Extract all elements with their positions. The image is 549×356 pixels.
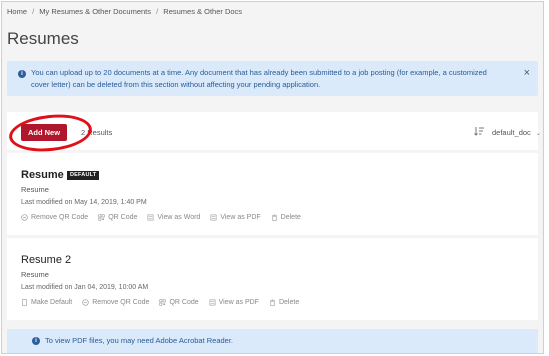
info-banner-text: You can upload up to 20 documents at a t… [31,68,487,89]
pdf-reader-text: To view PDF files, you may need Adobe Ac… [45,336,234,345]
action-label: Make Default [31,299,73,306]
results-count: 2 Results [81,128,113,137]
qr-code-icon [159,299,167,306]
remove-circle-icon [82,299,89,306]
make-default-button[interactable]: Make Default [21,299,72,306]
document-type: Resume [21,270,49,279]
breadcrumb-separator: / [32,7,35,16]
pdf-reader-banner: i To view PDF files, you may need Adobe … [7,329,538,353]
document-actions: Make Default Remove QR Code QR Code View… [21,299,299,306]
action-label: View as PDF [218,299,259,306]
remove-qr-code-button[interactable]: Remove QR Code [21,214,88,221]
pdf-icon [210,214,217,221]
breadcrumb-separator: / [156,7,159,16]
view-as-word-button[interactable]: View as Word [147,214,200,221]
qr-code-button[interactable]: QR Code [159,299,199,306]
add-new-button[interactable]: Add New [21,124,67,141]
view-as-pdf-button[interactable]: View as PDF [209,299,259,306]
trash-icon [271,214,277,221]
document-title[interactable]: Resume 2 [21,254,71,266]
sort-select-value: default_doc [492,128,531,137]
view-as-pdf-button[interactable]: View as PDF [210,214,261,221]
breadcrumb-home[interactable]: Home [7,7,27,16]
document-modified-date: Last modified on May 14, 2019, 1:40 PM [21,199,147,206]
action-label: View as PDF [220,214,261,221]
sort-icon[interactable] [473,125,485,137]
action-label: Remove QR Code [92,299,150,306]
document-title[interactable]: Resume [21,169,64,181]
remove-qr-code-button[interactable]: Remove QR Code [82,299,149,306]
toolbar: Add New 2 Results default_doc ⌄ [7,110,541,156]
action-label: Delete [280,214,301,221]
breadcrumb: Home / My Resumes & Other Documents / Re… [7,7,242,16]
info-icon: i [32,337,40,345]
delete-button[interactable]: Delete [269,299,299,306]
action-label: Delete [278,299,300,306]
remove-circle-icon [21,214,28,221]
action-label: View as Word [157,214,201,221]
breadcrumb-current: Resumes & Other Docs [163,7,243,16]
action-label: Remove QR Code [31,214,89,221]
document-actions: Remove QR Code QR Code View as Word View… [21,214,301,221]
sort-select[interactable]: default_doc ⌄ [492,128,541,137]
qr-code-button[interactable]: QR Code [98,214,137,221]
document-icon [147,214,154,221]
info-banner: i You can upload up to 20 documents at a… [7,61,538,96]
document-type: Resume [21,185,49,194]
close-icon[interactable]: × [524,68,530,79]
info-icon: i [18,70,26,78]
document-card: Resume DEFAULT Resume Last modified on M… [7,153,538,235]
pdf-icon [209,299,216,306]
document-modified-date: Last modified on Jan 04, 2019, 10:00 AM [21,284,149,291]
qr-code-icon [98,214,105,221]
default-badge: DEFAULT [67,171,100,180]
app-frame: Home / My Resumes & Other Documents / Re… [1,1,544,354]
breadcrumb-my-documents[interactable]: My Resumes & Other Documents [39,7,151,16]
page-title: Resumes [7,29,79,48]
trash-icon [270,299,275,306]
document-icon [22,299,27,306]
document-card: Resume 2 Resume Last modified on Jan 04,… [7,238,538,320]
action-label: QR Code [108,214,138,221]
chevron-down-icon: ⌄ [535,131,541,137]
delete-button[interactable]: Delete [271,214,301,221]
action-label: QR Code [169,299,199,306]
